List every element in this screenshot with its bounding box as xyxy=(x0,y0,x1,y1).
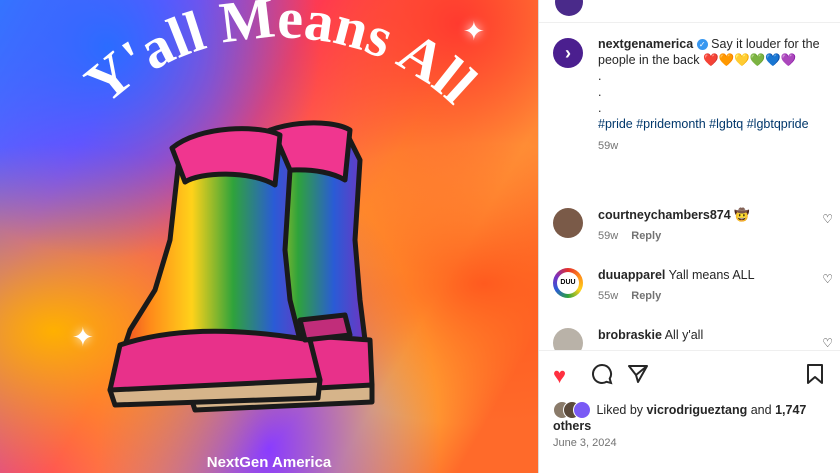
sparkle-icon: ✦ xyxy=(463,16,485,46)
avatar[interactable] xyxy=(553,208,583,238)
previous-comment-strip xyxy=(539,0,840,23)
comment-icon[interactable] xyxy=(591,363,613,391)
post-actions-bar: ♥ Liked by vicrodrigueztang and 1,747 ot… xyxy=(539,350,840,474)
post-image[interactable]: Y'all Means All ✦ ✦ NextGen America xyxy=(0,0,538,473)
caption-username[interactable]: nextgenamerica xyxy=(598,37,693,51)
likes-summary[interactable]: Liked by vicrodrigueztang and 1,747 othe… xyxy=(553,401,833,434)
headline-text: Y'all Means All xyxy=(73,0,489,116)
comment-text: All y'all xyxy=(664,328,704,342)
caption-dot: . xyxy=(598,101,602,115)
brand-watermark: NextGen America xyxy=(206,454,332,471)
bookmark-icon[interactable] xyxy=(805,363,825,391)
comments-panel: › nextgenamerica ✓ Say it louder for the… xyxy=(538,0,840,474)
heart-filled-icon[interactable]: ♥ xyxy=(553,363,566,389)
caption-hashtags[interactable]: #pride #pridemonth #lgbtq #lgbtqpride xyxy=(598,116,828,132)
sparkle-icon: ✦ xyxy=(72,322,94,352)
comment-username[interactable]: duuapparel xyxy=(598,268,665,282)
comment-time[interactable]: 55w xyxy=(598,290,618,302)
reply-button[interactable]: Reply xyxy=(631,230,661,242)
comment-text: 🤠 xyxy=(734,208,750,222)
liked-by-user[interactable]: vicrodrigueztang xyxy=(647,403,748,417)
avatar[interactable]: DUU xyxy=(553,268,583,298)
caption-dot: . xyxy=(598,85,602,99)
comment-text: Yall means ALL xyxy=(668,268,755,282)
like-comment-icon[interactable]: ♡ xyxy=(822,212,833,226)
like-comment-icon[interactable]: ♡ xyxy=(822,336,833,350)
share-icon[interactable] xyxy=(627,363,649,391)
caption-time[interactable]: 59w xyxy=(598,138,828,154)
liked-by-prefix: Liked by xyxy=(596,403,644,417)
cowboy-boots-illustration: Y'all Means All xyxy=(73,0,489,413)
liker-avatars xyxy=(553,401,591,419)
reply-button[interactable]: Reply xyxy=(631,290,661,302)
avatar-logo-text: DUU xyxy=(557,272,579,294)
comment-time[interactable]: 59w xyxy=(598,230,618,242)
caption-dot: . xyxy=(598,69,602,83)
caption-hearts: ❤️🧡💛💚💙💜 xyxy=(702,53,797,67)
nextgen-avatar-icon[interactable]: › xyxy=(553,38,583,68)
like-comment-icon[interactable]: ♡ xyxy=(822,272,833,286)
comment-username[interactable]: brobraskie xyxy=(598,328,662,342)
comment-username[interactable]: courtneychambers874 xyxy=(598,208,731,222)
liked-by-and: and xyxy=(750,403,772,417)
post-date: June 3, 2024 xyxy=(553,437,617,449)
avatar[interactable] xyxy=(555,0,583,16)
verified-badge-icon: ✓ xyxy=(696,39,708,50)
